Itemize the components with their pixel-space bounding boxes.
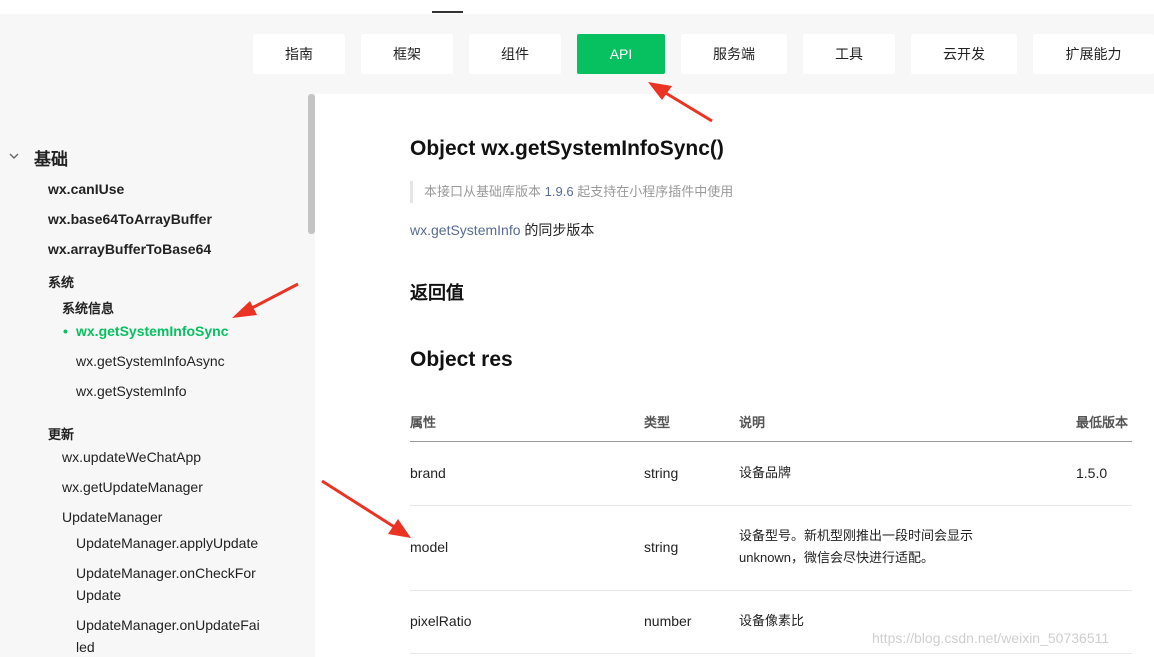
col-header-description: 说明 xyxy=(739,415,766,430)
row-brand-name: brand xyxy=(410,465,446,481)
col-header-min-version: 最低版本 xyxy=(1076,415,1129,430)
row-divider xyxy=(410,590,1132,591)
sidebar-item-getSystemInfoSync[interactable]: wx.getSystemInfoSync xyxy=(63,323,228,339)
row-pixelRatio-type: number xyxy=(644,613,692,629)
row-model-type: string xyxy=(644,539,679,555)
getSystemInfo-link[interactable]: wx.getSystemInfo xyxy=(410,222,521,238)
sidebar-item-onCheckForUpdate-cont[interactable]: Update xyxy=(76,587,121,603)
page-title: Object wx.getSystemInfoSync() xyxy=(410,137,724,160)
sidebar-item-arrayBufferToBase64[interactable]: wx.arrayBufferToBase64 xyxy=(48,241,211,257)
sidebar-item-canIUse[interactable]: wx.canIUse xyxy=(48,181,124,197)
row-divider xyxy=(410,653,1132,654)
row-pixelRatio-desc: 设备像素比 xyxy=(739,613,805,628)
chevron-down-icon[interactable] xyxy=(9,151,19,161)
col-header-type: 类型 xyxy=(644,415,671,430)
sidebar-scrollbar[interactable] xyxy=(308,94,315,234)
sidebar-item-base64ToArrayBuffer[interactable]: wx.base64ToArrayBuffer xyxy=(48,211,212,227)
sync-description: wx.getSystemInfo 的同步版本 xyxy=(410,220,594,240)
nav-tools[interactable]: 工具 xyxy=(803,34,895,74)
nav-framework[interactable]: 框架 xyxy=(361,34,453,74)
nav-guide[interactable]: 指南 xyxy=(253,34,345,74)
sidebar-item-getSystemInfo[interactable]: wx.getSystemInfo xyxy=(76,383,187,399)
active-tab-indicator xyxy=(432,11,463,13)
sidebar-category-system: 系统 xyxy=(48,275,75,290)
sidebar-item-onCheckForUpdate[interactable]: UpdateManager.onCheckFor xyxy=(76,565,256,581)
main-content xyxy=(315,94,1154,657)
col-header-property: 属性 xyxy=(410,415,437,430)
sidebar-item-updateWeChatApp[interactable]: wx.updateWeChatApp xyxy=(62,449,201,465)
row-brand-min: 1.5.0 xyxy=(1076,465,1108,481)
row-pixelRatio-name: pixelRatio xyxy=(410,613,472,629)
nav-extensions[interactable]: 扩展能力 xyxy=(1033,34,1154,74)
object-res-heading: Object res xyxy=(410,348,513,371)
note-version-link[interactable]: 1.9.6 xyxy=(545,184,574,199)
sidebar-item-getUpdateManager[interactable]: wx.getUpdateManager xyxy=(62,479,203,495)
watermark: https://blog.csdn.net/weixin_50736511 xyxy=(872,630,1110,646)
return-value-heading: 返回值 xyxy=(410,283,464,303)
nav-cloud[interactable]: 云开发 xyxy=(911,34,1017,74)
sidebar-category-update: 更新 xyxy=(48,427,75,442)
row-brand-desc: 设备品牌 xyxy=(739,465,792,480)
sidebar-item-applyUpdate[interactable]: UpdateManager.applyUpdate xyxy=(76,535,258,551)
nav-server[interactable]: 服务端 xyxy=(681,34,787,74)
plugin-support-note: 本接口从基础库版本 1.9.6 起支持在小程序插件中使用 xyxy=(410,181,733,203)
row-divider xyxy=(410,505,1132,506)
top-strip xyxy=(0,0,1154,14)
note-prefix: 本接口从基础库版本 xyxy=(424,184,542,199)
row-model-name: model xyxy=(410,539,449,555)
sidebar-category-system-info: 系统信息 xyxy=(62,301,115,316)
sidebar-section-basics[interactable]: 基础 xyxy=(34,145,68,170)
table-header-divider xyxy=(410,441,1132,442)
note-suffix: 起支持在小程序插件中使用 xyxy=(577,184,734,199)
row-model-desc: 设备型号。新机型刚推出一段时间会显示unknown，微信会尽快进行适配。 xyxy=(739,528,974,565)
sidebar-item-getSystemInfoAsync[interactable]: wx.getSystemInfoAsync xyxy=(76,353,225,369)
sync-text: 的同步版本 xyxy=(524,222,595,238)
sidebar-item-onUpdateFailed[interactable]: UpdateManager.onUpdateFai xyxy=(76,617,260,633)
nav-components[interactable]: 组件 xyxy=(469,34,561,74)
row-brand-type: string xyxy=(644,465,679,481)
nav-api[interactable]: API xyxy=(577,34,665,74)
sidebar-item-UpdateManager[interactable]: UpdateManager xyxy=(62,509,162,525)
sidebar-item-onUpdateFailed-cont[interactable]: led xyxy=(76,639,95,655)
